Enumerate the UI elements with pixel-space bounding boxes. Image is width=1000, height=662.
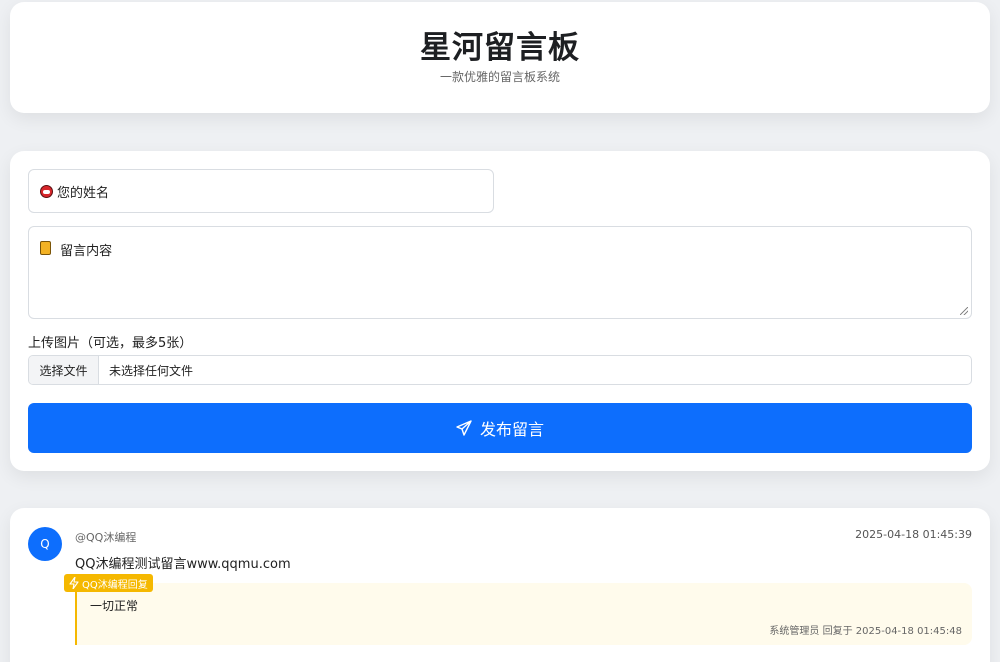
name-input[interactable]: 您的姓名 — [28, 169, 494, 213]
submit-label: 发布留言 — [479, 420, 544, 439]
memo-emoji-icon — [40, 241, 51, 255]
content-textarea[interactable]: 留言内容 — [28, 226, 972, 319]
message-time: 2025-04-18 01:45:39 — [855, 528, 972, 541]
resize-grip[interactable] — [960, 307, 968, 315]
reply-box: 一切正常 系统管理员 回复于 2025-04-18 01:45:48 — [75, 583, 972, 645]
content-placeholder: 留言内容 — [60, 244, 113, 259]
send-icon — [456, 420, 472, 436]
message-author: @QQ沐编程 — [75, 531, 137, 544]
name-placeholder: 您的姓名 — [57, 185, 110, 201]
upload-label: 上传图片（可选，最多5张） — [28, 336, 193, 351]
file-input[interactable]: 选择文件 未选择任何文件 — [28, 355, 972, 385]
lightning-icon — [69, 577, 79, 589]
header-card: 星河留言板 一款优雅的留言板系统 — [10, 2, 990, 113]
reply-text: 一切正常 — [90, 599, 139, 613]
message-text: QQ沐编程测试留言www.qqmu.com — [75, 557, 291, 572]
face-emoji-icon — [40, 184, 53, 198]
choose-file-button[interactable]: 选择文件 — [29, 356, 99, 384]
avatar: Q — [28, 527, 62, 561]
file-status: 未选择任何文件 — [109, 363, 194, 378]
submit-button[interactable]: 发布留言 — [28, 403, 972, 453]
message-card: Q @QQ沐编程 2025-04-18 01:45:39 QQ沐编程测试留言ww… — [10, 508, 990, 662]
reply-badge: QQ沐编程回复 — [64, 574, 153, 592]
message-form: 您的姓名 留言内容 上传图片（可选，最多5张） 选择文件 未选择任何文件 发布留… — [10, 151, 990, 471]
site-title: 星河留言板 — [420, 30, 580, 66]
reply-meta: 系统管理员 回复于 2025-04-18 01:45:48 — [769, 626, 962, 637]
reply-badge-label: QQ沐编程回复 — [82, 579, 148, 591]
site-subtitle: 一款优雅的留言板系统 — [439, 70, 560, 84]
